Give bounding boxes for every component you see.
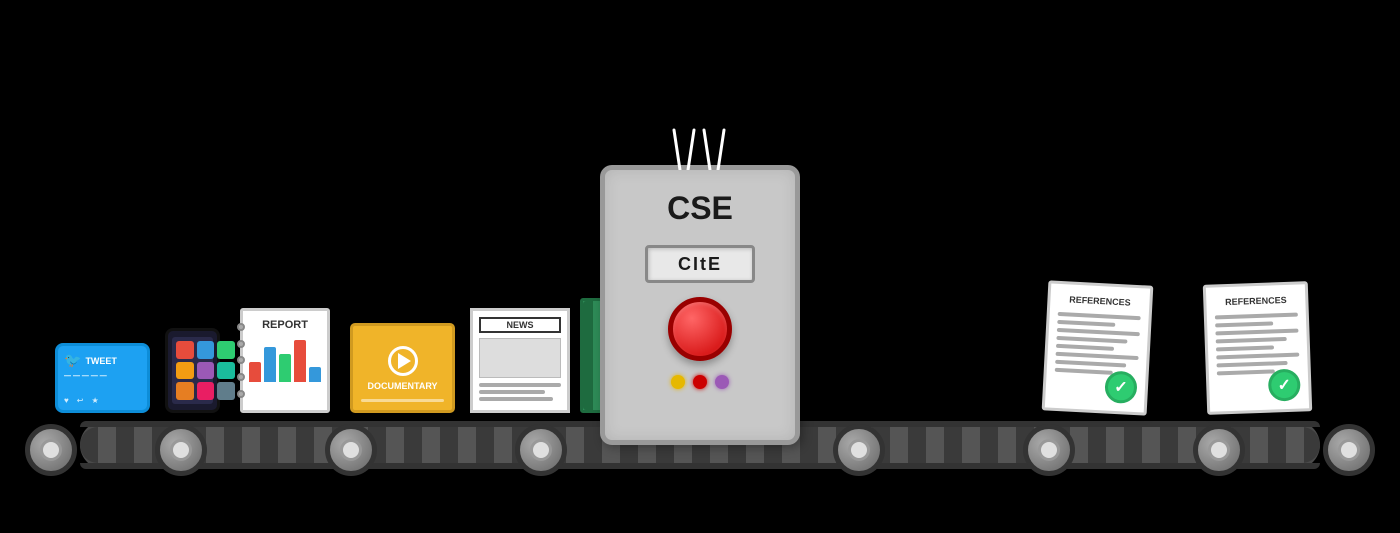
app-icon-3 — [217, 341, 235, 359]
twitter-bird-icon: 🐦 — [64, 352, 81, 369]
app-icon-6 — [217, 362, 235, 380]
tweet-item: 🐦 TWEET — — — — — ♥ ↩ ★ — [55, 343, 158, 413]
wheel-right-3 — [1023, 424, 1075, 476]
tweet-text: — — — — — — [64, 373, 141, 380]
report-title: REPORT — [249, 319, 321, 331]
ref-lines-2 — [1215, 313, 1300, 376]
cse-title: CSE — [667, 190, 733, 227]
app-icon-8 — [197, 382, 215, 400]
reference-doc-1: REFERENCES ✓ — [1045, 283, 1150, 413]
ref-title-2: REFERENCES — [1214, 295, 1297, 308]
news-text-lines — [479, 383, 561, 401]
ref-title-1: REFERENCES — [1058, 294, 1141, 308]
light-red — [693, 375, 707, 389]
wheel-left-1 — [25, 424, 77, 476]
phone-item — [165, 328, 232, 413]
wheel-right-1 — [1323, 424, 1375, 476]
scene: 🐦 TWEET — — — — — ♥ ↩ ★ — [0, 0, 1400, 533]
app-icon-5 — [197, 362, 215, 380]
cse-machine: CSE CItE — [600, 165, 800, 445]
app-icon-2 — [197, 341, 215, 359]
phone-screen — [172, 337, 213, 404]
light-yellow — [671, 375, 685, 389]
documentary-item: DOCUMENTARY — [350, 323, 467, 413]
ref-lines-1 — [1055, 312, 1141, 376]
red-button[interactable] — [668, 297, 732, 361]
play-button-icon — [388, 346, 418, 376]
news-item: NEWS — [470, 308, 584, 413]
wheel-center-right — [833, 424, 885, 476]
light-purple — [715, 375, 729, 389]
news-image — [479, 338, 561, 378]
app-icon-1 — [176, 341, 194, 359]
wheel-left-3 — [325, 424, 377, 476]
indicator-lights — [671, 375, 729, 389]
documentary-label: DOCUMENTARY — [368, 381, 438, 391]
report-item: REPORT — [240, 308, 342, 413]
check-badge-2: ✓ — [1268, 369, 1301, 402]
doc-progress-line — [361, 399, 444, 402]
wheel-center-left — [515, 424, 567, 476]
spark-lines — [650, 125, 750, 170]
news-label: NEWS — [479, 317, 561, 333]
app-icon-7 — [176, 382, 194, 400]
bar-chart — [249, 337, 321, 382]
cite-display: CItE — [645, 245, 755, 283]
wheel-left-2 — [155, 424, 207, 476]
tweet-actions: ♥ ↩ ★ — [64, 396, 99, 405]
cite-text: CItE — [678, 254, 722, 275]
report-spiral — [237, 319, 245, 402]
book-spine — [583, 301, 593, 410]
tweet-label: TWEET — [85, 356, 117, 366]
wheel-right-2 — [1193, 424, 1245, 476]
app-icon-9 — [217, 382, 235, 400]
reference-doc-2: REFERENCES ✓ — [1205, 283, 1310, 413]
check-badge-1: ✓ — [1104, 370, 1138, 404]
app-icon-4 — [176, 362, 194, 380]
